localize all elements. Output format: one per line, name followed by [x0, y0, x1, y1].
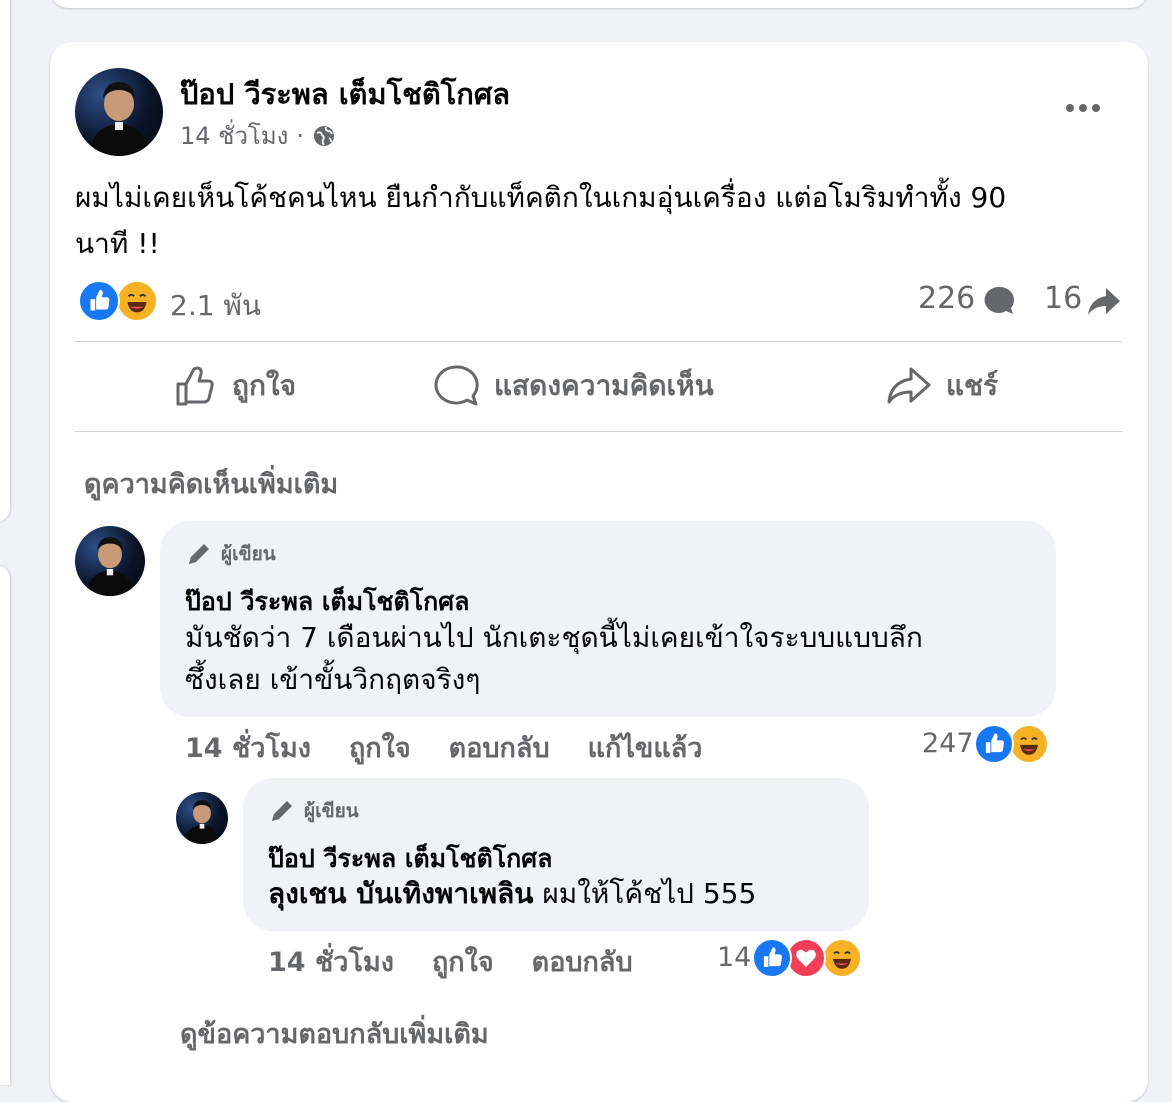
reply-actions: 14 ชั่วโมง ถูกใจ ตอบกลับ	[268, 940, 633, 983]
author-badge-label: ผู้เขียน	[304, 800, 359, 822]
like-reaction-icon[interactable]	[78, 280, 120, 322]
left-panel-edge	[0, 565, 10, 1085]
haha-reaction-icon[interactable]	[1009, 724, 1049, 764]
pencil-icon	[185, 540, 213, 568]
share-button[interactable]: แชร์	[886, 364, 998, 408]
like-reaction-icon[interactable]	[974, 724, 1014, 764]
shares-count[interactable]: 16	[1044, 281, 1082, 316]
author-avatar[interactable]	[75, 68, 163, 156]
author-badge: ผู้เขียน	[268, 796, 359, 826]
share-arrow-icon	[1086, 284, 1122, 318]
comment-text-line2: ซึ้งเลย เข้าขั้นวิกฤตจริงๆ	[185, 663, 481, 696]
like-outline-icon	[174, 364, 218, 408]
author-badge-label: ผู้เขียน	[221, 543, 276, 565]
reply-reactions-count[interactable]: 14	[717, 942, 751, 973]
post-text-line1: ผมไม่เคยเห็นโค้ชคนไหน ยืนกำกับแท็คติกในเ…	[75, 181, 1007, 214]
like-button-label: ถูกใจ	[232, 369, 296, 402]
reply-mention[interactable]: ลุงเชน บันเทิงพาเพลิน	[268, 877, 533, 910]
previous-post-card	[50, 0, 1148, 8]
post-time[interactable]: 14 ชั่วโมง	[180, 116, 288, 155]
reply-author-avatar[interactable]	[176, 792, 228, 844]
share-button-label: แชร์	[946, 369, 999, 402]
comments-count[interactable]: 226	[918, 281, 975, 316]
reply-like-button[interactable]: ถูกใจ	[432, 940, 494, 983]
divider-top	[75, 341, 1122, 342]
reply-text: ลุงเชน บันเทิงพาเพลิน ผมให้โค้ชไป 555	[268, 872, 756, 916]
comment-time[interactable]: 14 ชั่วโมง	[185, 726, 311, 769]
share-outline-icon	[886, 364, 932, 408]
comment-bubble-icon	[982, 284, 1016, 318]
comment-button-label: แสดงความคิดเห็น	[494, 369, 714, 402]
globe-icon	[312, 124, 336, 148]
pencil-icon	[268, 797, 296, 825]
author-badge: ผู้เขียน	[185, 539, 276, 569]
reply-time[interactable]: 14 ชั่วโมง	[268, 940, 394, 983]
like-reaction-icon[interactable]	[752, 938, 792, 978]
meta-separator: ·	[296, 121, 305, 150]
comment-author-avatar[interactable]	[75, 526, 145, 596]
reply-reply-button[interactable]: ตอบกลับ	[532, 940, 633, 983]
post-author-name[interactable]: ป๊อป วีระพล เต็มโชติโกศล	[180, 71, 510, 117]
comment-reply-button[interactable]: ตอบกลับ	[449, 726, 550, 769]
comment-button[interactable]: แสดงความคิดเห็น	[434, 364, 714, 408]
haha-reaction-icon[interactable]	[822, 938, 862, 978]
left-panel-edge	[0, 0, 10, 522]
reply-body: ผมให้โค้ชไป 555	[542, 877, 757, 910]
reactions-count[interactable]: 2.1 พัน	[170, 284, 261, 328]
like-button[interactable]: ถูกใจ	[174, 364, 296, 408]
view-more-replies-link[interactable]: ดูข้อความตอบกลับเพิ่มเติม	[180, 1012, 489, 1055]
comment-actions: 14 ชั่วโมง ถูกใจ ตอบกลับ แก้ไขแล้ว	[185, 726, 702, 769]
comment-text-line1: มันชัดว่า 7 เดือนผ่านไป นักเตะชุดนี้ไม่เ…	[185, 621, 923, 654]
post-text-line2: นาที !!	[75, 227, 160, 260]
love-reaction-icon[interactable]	[786, 938, 826, 978]
view-more-comments-link[interactable]: ดูความคิดเห็นเพิ่มเติม	[84, 462, 338, 505]
more-options-icon[interactable]	[1062, 96, 1104, 120]
comment-like-button[interactable]: ถูกใจ	[349, 726, 411, 769]
post-meta: 14 ชั่วโมง ·	[180, 116, 336, 155]
comment-outline-icon	[434, 364, 480, 408]
divider-bottom	[75, 431, 1122, 432]
comment-reactions-count[interactable]: 247	[922, 728, 974, 759]
haha-reaction-icon[interactable]	[116, 280, 158, 322]
comment-edited-label[interactable]: แก้ไขแล้ว	[588, 726, 703, 769]
